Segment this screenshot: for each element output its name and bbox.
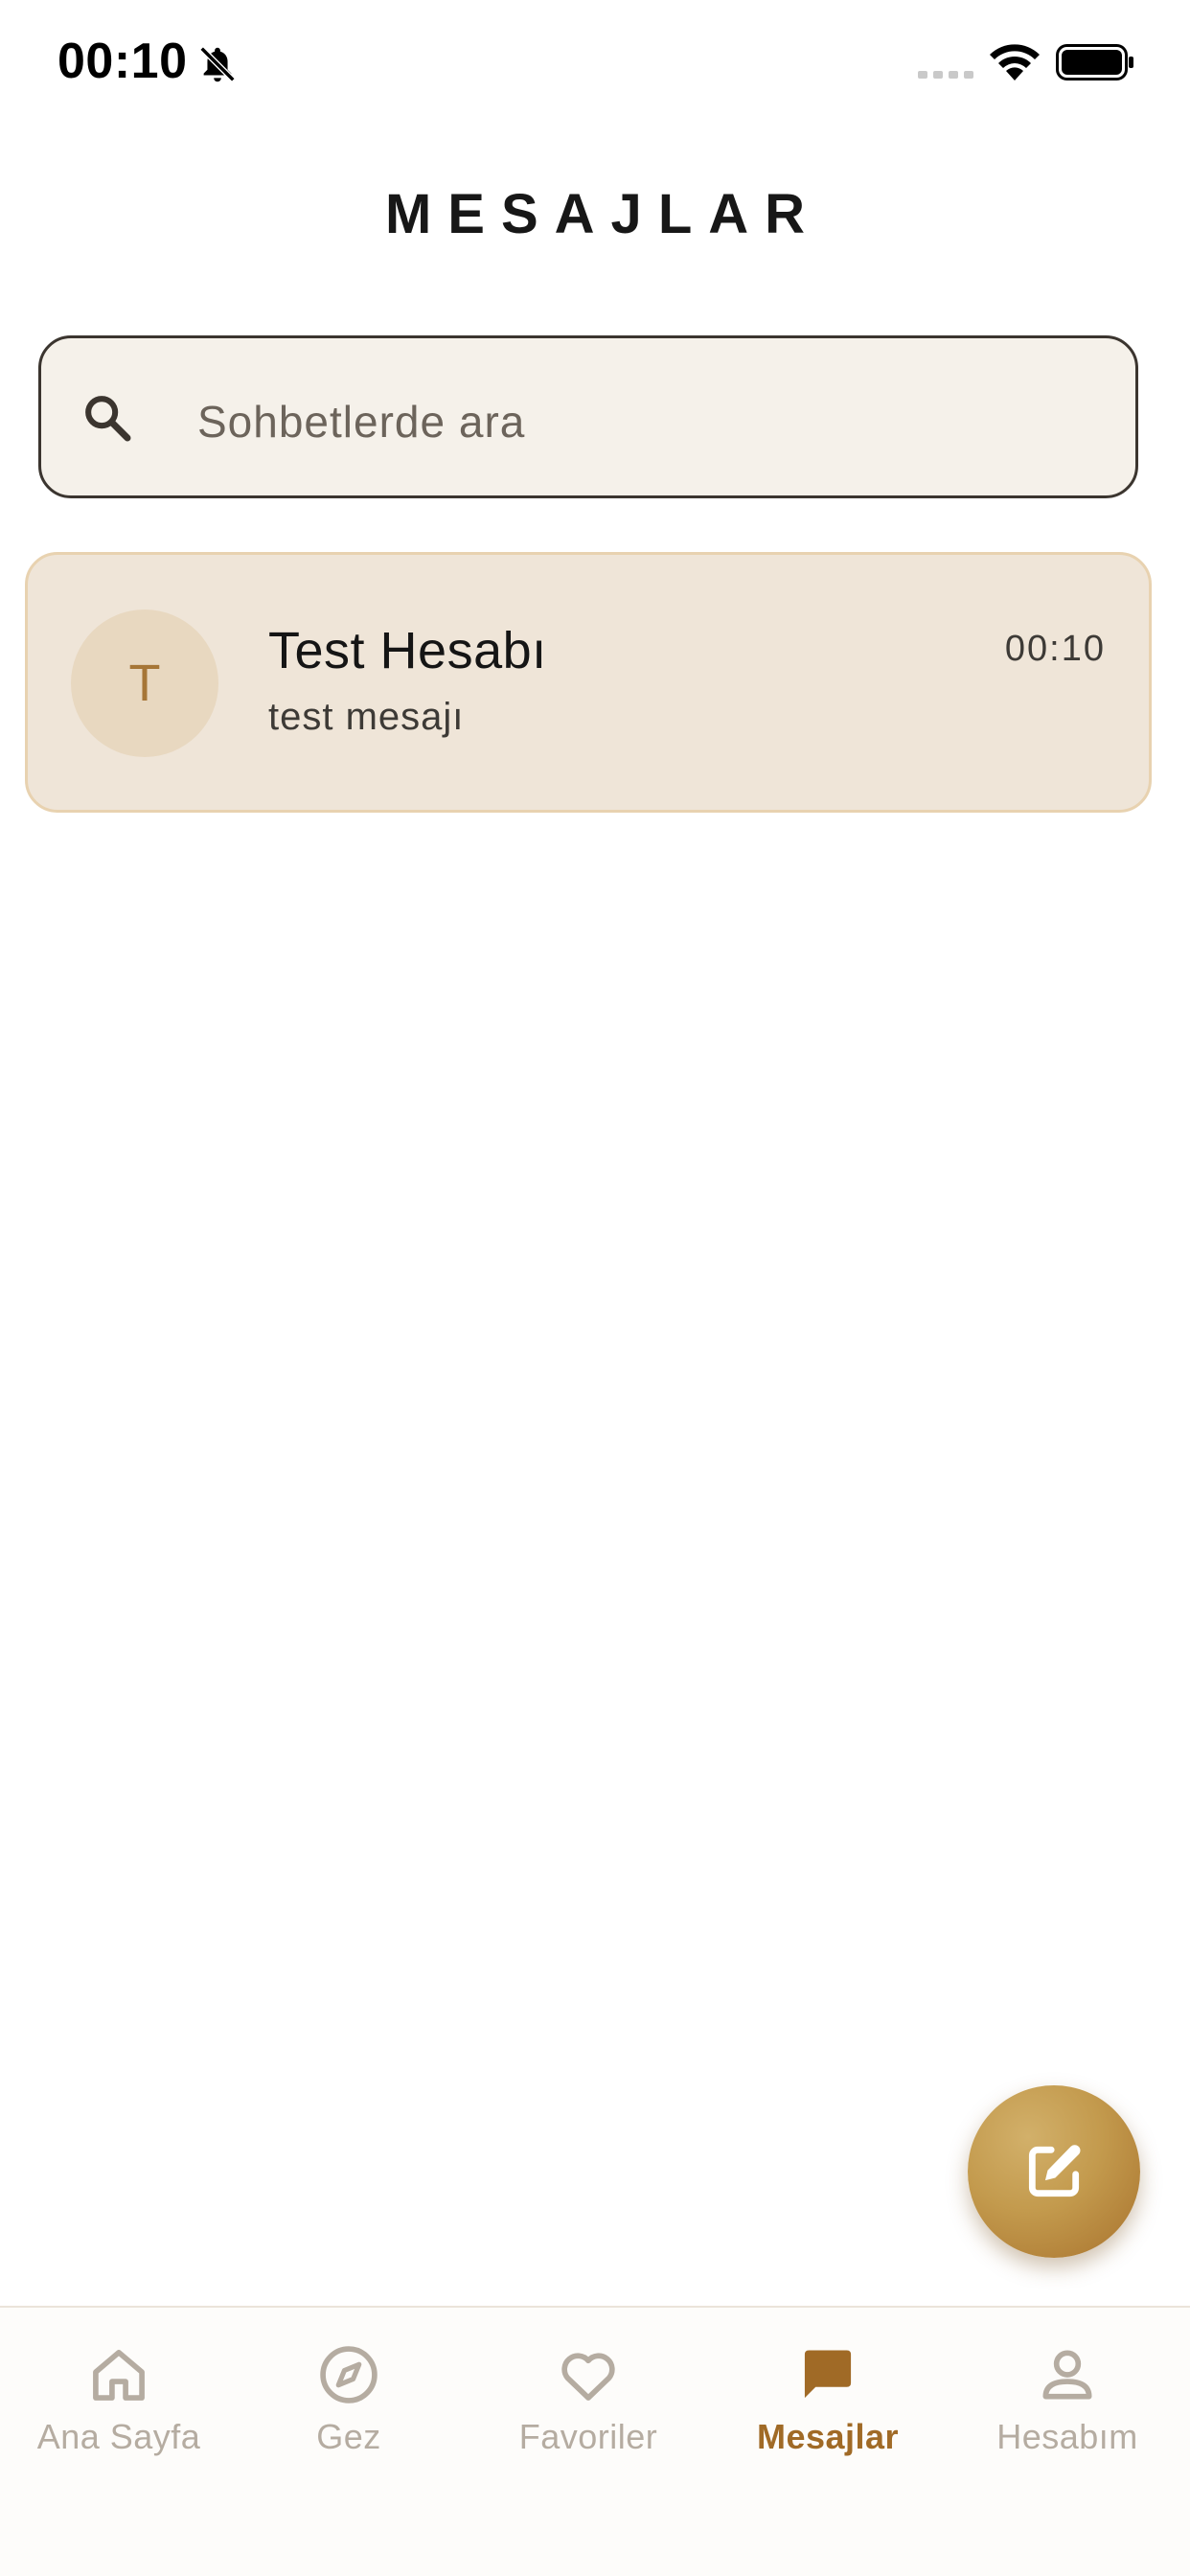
nav-item-explore[interactable]: Gez [230,2342,468,2467]
page-title: MESAJLAR [384,183,822,245]
compass-icon [320,2346,378,2404]
avatar: T [71,610,218,757]
heart-icon [561,2353,615,2401]
edit-icon [1028,2145,1081,2197]
home-icon [93,2349,145,2401]
contact-name: Test Hesabı [268,622,547,679]
wifi-icon [990,44,1040,80]
battery-icon [1056,44,1133,80]
bottom-navigation: Ana Sayfa Gez Favoriler Mesajlar Hesabım [0,2306,1190,2576]
signal-icon [918,71,973,79]
search-input[interactable] [197,383,1098,460]
search-icon [85,396,131,442]
message-time: 00:10 [1004,629,1106,669]
nav-label-account: Hesabım [996,2417,1138,2456]
nav-label-messages: Mesajlar [756,2417,900,2456]
nav-item-favorites[interactable]: Favoriler [469,2342,707,2467]
last-message-preview: test mesajı [268,696,465,738]
bell-off-icon [199,46,236,82]
person-icon [1042,2350,1092,2400]
nav-label-favorites: Favoriler [518,2417,658,2456]
nav-label-explore: Gez [316,2417,381,2456]
status-time: 00:10 [57,34,188,89]
chat-icon [804,2350,852,2399]
status-bar: 00:10 [0,0,1190,126]
nav-item-account[interactable]: Hesabım [949,2342,1186,2467]
nav-item-messages[interactable]: Mesajlar [709,2342,947,2467]
nav-item-home[interactable]: Ana Sayfa [0,2342,238,2467]
new-message-button[interactable] [968,2085,1140,2258]
nav-label-home: Ana Sayfa [36,2417,201,2456]
